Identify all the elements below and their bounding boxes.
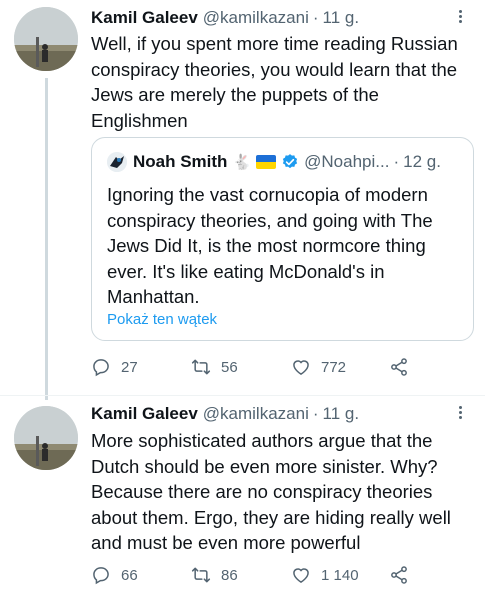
share-button[interactable] <box>389 355 409 379</box>
separator-dot: · <box>393 152 400 171</box>
tweet-text: Well, if you spent more time reading Rus… <box>91 33 458 131</box>
retweet-button[interactable]: 56 <box>191 355 238 379</box>
retweet-count: 56 <box>221 358 238 376</box>
author-handle[interactable]: @kamilkazani <box>203 8 309 28</box>
like-button[interactable]: 1 140 <box>291 563 359 587</box>
like-count: 772 <box>321 358 347 376</box>
separator-dot: · <box>312 404 319 423</box>
quote-avatar[interactable] <box>107 152 127 172</box>
show-thread-link[interactable]: Pokaż ten wątek <box>107 311 217 328</box>
like-button[interactable]: 772 <box>291 355 346 379</box>
reply-icon <box>93 567 109 585</box>
author-handle[interactable]: @kamilkazani <box>203 404 309 424</box>
more-options-icon[interactable] <box>451 8 469 26</box>
tweet-text: More sophisticated authors argue that th… <box>91 430 451 553</box>
heart-icon <box>293 568 309 583</box>
tweet-actions: 27 56 772 <box>91 355 431 379</box>
share-icon <box>391 358 407 376</box>
reply-button[interactable]: 66 <box>91 563 138 587</box>
timestamp[interactable]: 11 g. <box>323 404 360 424</box>
more-options-icon[interactable] <box>451 404 469 422</box>
reply-button[interactable]: 27 <box>91 355 138 379</box>
quote-author-name[interactable]: Noah Smith <box>133 152 227 172</box>
avatar[interactable] <box>14 7 78 71</box>
author-name[interactable]: Kamil Galeev <box>91 8 198 28</box>
like-count: 1 140 <box>321 566 359 584</box>
retweet-icon <box>191 359 211 375</box>
avatar[interactable] <box>14 406 78 470</box>
share-button[interactable] <box>389 563 409 587</box>
heart-icon <box>293 360 309 375</box>
retweet-button[interactable]: 86 <box>191 563 238 587</box>
separator-dot: · <box>312 8 319 27</box>
reply-count: 27 <box>121 358 138 376</box>
rabbit-emoji-icon: 🐇 <box>232 154 252 171</box>
timestamp[interactable]: 11 g. <box>323 8 360 28</box>
author-name[interactable]: Kamil Galeev <box>91 404 198 424</box>
retweet-icon <box>191 567 211 583</box>
share-icon <box>391 566 407 584</box>
reply-icon <box>93 359 109 377</box>
quote-timestamp[interactable]: 12 g. <box>403 152 441 172</box>
quote-text: Ignoring the vast cornucopia of modern c… <box>107 184 433 307</box>
retweet-count: 86 <box>221 566 238 584</box>
reply-count: 66 <box>121 566 138 584</box>
quoted-tweet[interactable]: Noah Smith 🐇 @Noahpi... · 12 g. Ignoring… <box>91 137 474 341</box>
ukraine-flag-icon <box>256 155 277 169</box>
tweet-actions: 66 86 1 140 <box>91 563 431 587</box>
quote-author-handle[interactable]: @Noahpi... <box>304 152 389 172</box>
verified-badge-icon <box>281 153 299 171</box>
thread-line <box>45 78 48 400</box>
